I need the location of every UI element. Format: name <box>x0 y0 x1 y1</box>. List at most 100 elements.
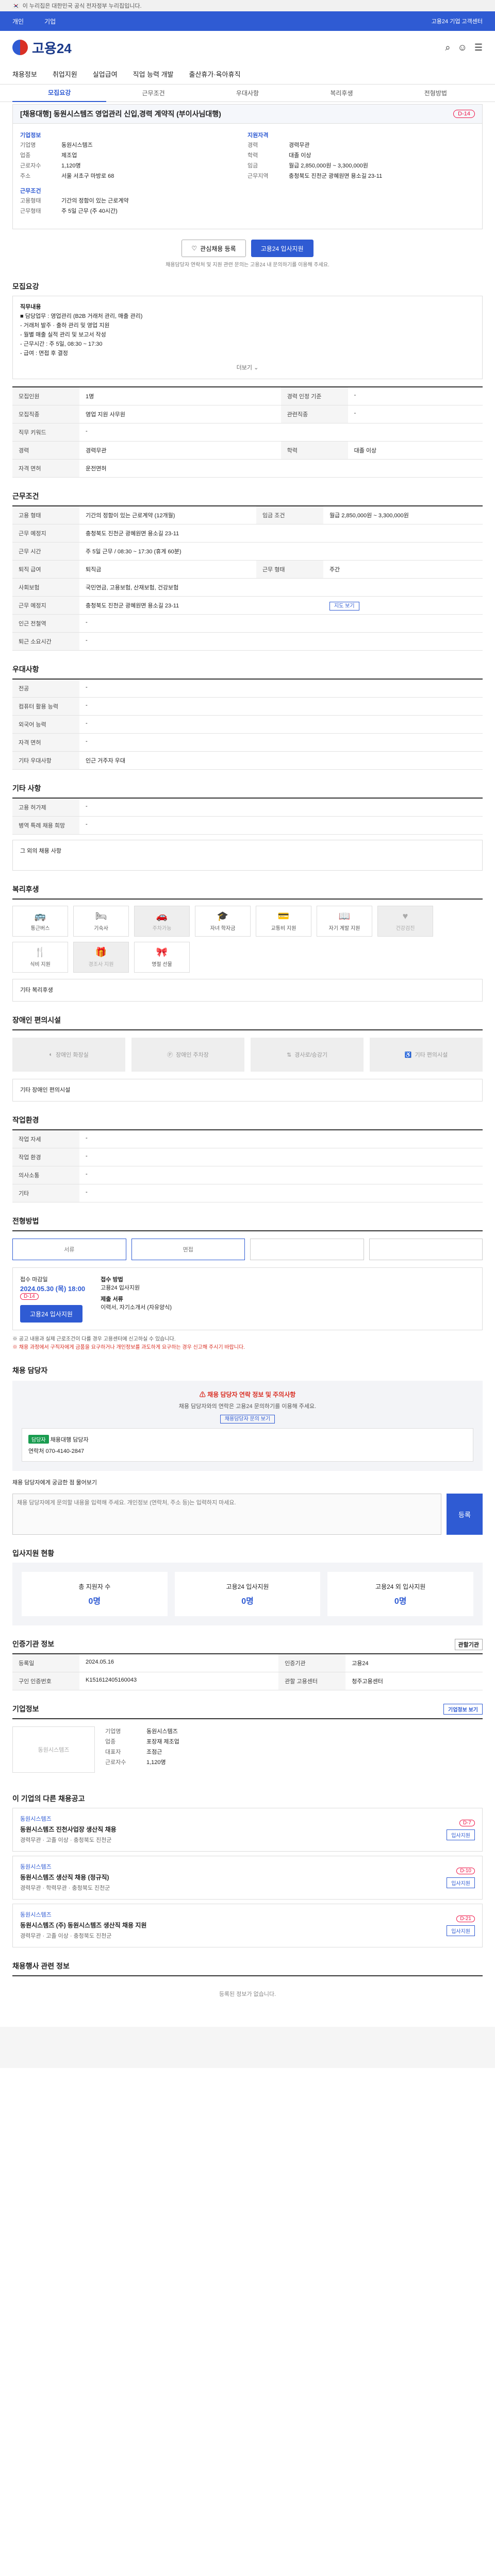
company-section: 기업정보 기업정보 보기 동원시스템즈 기업명 동원시스템즈 업종 포장재 제조업 … <box>12 1704 483 1780</box>
table-row: 전공 - <box>12 679 483 698</box>
stat-total: 총 지원자 수 0명 <box>22 1572 168 1616</box>
topnav-personal[interactable]: 개인 <box>12 17 24 26</box>
tab-prefer[interactable]: 우대사항 <box>201 89 294 97</box>
disabled-etc: ♿ 기타 편의시설 <box>370 1038 483 1072</box>
bed-icon: 🛏 <box>95 911 107 921</box>
user-icon[interactable]: ☺ <box>457 42 467 53</box>
scrap-button[interactable]: ♡ 관심채용 등록 <box>182 240 246 257</box>
site-logo[interactable]: 고용24 <box>12 38 72 57</box>
same-jobs-section: 이 기업의 다른 채용공고 동원시스템즈 동원시스템즈 진천사업장 생산직 채용 경… <box>12 1793 483 1947</box>
stat-online: 고용24 입사지원 0명 <box>174 1572 321 1616</box>
welfare-health: ♥ 건강검진 <box>377 906 433 937</box>
topnav-help[interactable]: 고용24 기업 고객센터 <box>432 17 483 25</box>
table-row: 경력 경력무관 학력 대졸 이상 <box>12 441 483 460</box>
menu-item-training[interactable]: 직업 능력 개발 <box>133 69 174 79</box>
company-name[interactable]: 동원시스템즈 <box>61 140 93 150</box>
worksite-table: 작업 자세 - 작업 환경 - 의사소통 - 기타 - <box>12 1129 483 1202</box>
disabled-ramp: ⇅ 경사로/승강기 <box>251 1038 364 1072</box>
disabled-toilet: ◐ 장애인 화장실 <box>12 1038 125 1072</box>
welfare-holiday: 🎀 명절 선물 <box>134 942 190 973</box>
menu-icon[interactable]: ☰ <box>474 42 483 53</box>
menu-item-benefit[interactable]: 실업급여 <box>93 69 118 79</box>
section-title: 모집요강 <box>12 282 39 291</box>
company-info-button[interactable]: 기업정보 보기 <box>443 1704 483 1715</box>
top-nav: 개인 기업 고용24 기업 고객센터 <box>0 11 495 31</box>
tab-recruit[interactable]: 모집요강 <box>12 84 107 102</box>
main-menu: 채용정보 취업지원 실업급여 직업 능력 개발 출산휴가·육아휴직 <box>0 64 495 84</box>
recruit-section: 모집요강 직무내용 ■ 담당업무 : 영업관리 (B2B 거래처 관리, 매출 … <box>12 281 483 478</box>
contact-section: 채용 담당자 ⚠ 채용 담당자 연락 정보 및 주의사항 채용 담당자와의 연락… <box>12 1365 483 1535</box>
table-row: 컴퓨터 활용 능력 - <box>12 697 483 716</box>
table-row: 등록일 2024.05.16 인증기관 고용24 <box>12 1654 483 1672</box>
agency-select[interactable]: 관할기관 <box>454 1639 483 1650</box>
welfare-parking: 🚗 주차가능 <box>134 906 190 937</box>
present-icon: 🎀 <box>156 947 168 957</box>
section-title: 근무조건 <box>12 492 39 500</box>
section-title: 복리후생 <box>12 885 39 893</box>
list-apply-button[interactable]: 입사지원 <box>447 1877 475 1888</box>
book-icon: 📖 <box>338 911 351 921</box>
map-button[interactable]: 지도 보기 <box>329 602 359 611</box>
stats-cards: 총 지원자 수 0명 고용24 입사지원 0명 고용24 외 입사지원 0명 <box>12 1563 483 1625</box>
list-item[interactable]: 동원시스템즈 동원시스템즈 진천사업장 생산직 채용 경력무관 · 고졸 이상 · … <box>12 1808 483 1852</box>
site-header: 고용24 ⌕ ☺ ☰ <box>0 31 495 64</box>
section-title: 기타 사항 <box>12 784 41 792</box>
flag-icon: 🇰🇷 <box>12 3 20 9</box>
section-title: 입사지원 현황 <box>12 1549 55 1557</box>
prefer-section: 우대사항 전공 - 컴퓨터 활용 능력 - 외국어 능력 - 자격 면허 - 기타 우대… <box>12 664 483 770</box>
menu-item-jobs[interactable]: 채용정보 <box>12 69 37 79</box>
section-title: 채용행사 관련 정보 <box>12 1962 70 1970</box>
welfare-meal: 🍴 식비 지원 <box>12 942 68 973</box>
inquiry-submit-button[interactable]: 등록 <box>447 1494 483 1535</box>
table-row: 자격 면허 - <box>12 733 483 752</box>
search-icon[interactable]: ⌕ <box>445 42 450 53</box>
inquiry-input[interactable] <box>12 1494 441 1535</box>
coin-icon: 💳 <box>277 911 290 921</box>
meal-icon: 🍴 <box>34 947 46 957</box>
table-row: 인근 전철역 - <box>12 614 483 633</box>
job-description: 직무내용 ■ 담당업무 : 영업관리 (B2B 거래처 관리, 매출 관리) -… <box>12 296 483 379</box>
table-row: 모집인원 1명 경력 인정 기준 - <box>12 387 483 405</box>
logo-mark-icon <box>12 40 28 55</box>
bus-icon: 🚌 <box>34 911 46 921</box>
table-row: 직무 키워드 - <box>12 423 483 442</box>
welfare-tuition: 🎓 자녀 학자금 <box>195 906 251 937</box>
list-apply-button[interactable]: 입사지원 <box>447 1925 475 1936</box>
table-row: 퇴근 소요시간 - <box>12 632 483 651</box>
step-4 <box>369 1239 483 1260</box>
section-tabs: 모집요강 근무조건 우대사항 복리후생 전형방법 <box>0 84 495 102</box>
gift-icon: 🎁 <box>95 947 107 957</box>
hiring-steps: 서류 면접 <box>12 1230 483 1267</box>
table-row: 고용 허가제 - <box>12 798 483 817</box>
d-day-badge: D-14 <box>20 1293 39 1300</box>
contact-box: ⚠ 채용 담당자 연락 정보 및 주의사항 채용 담당자와의 연락은 고용24 … <box>12 1381 483 1471</box>
menu-item-support[interactable]: 취업지원 <box>53 69 77 79</box>
section-title: 채용 담당자 <box>12 1366 48 1375</box>
table-row: 근무 예정지 충청북도 진천군 광혜원면 용소길 23-11 지도 보기 <box>12 596 483 615</box>
table-row: 작업 자세 - <box>12 1130 483 1148</box>
list-item[interactable]: 동원시스템즈 동원시스템즈 생산직 채용 (정규직) 경력무관 · 학력무관 · 충… <box>12 1856 483 1900</box>
tab-welfare[interactable]: 복리후생 <box>294 89 388 97</box>
menu-item-leave[interactable]: 출산휴가·육아휴직 <box>189 69 241 79</box>
list-item[interactable]: 동원시스템즈 동원시스템즈 (주) 동원시스템즈 생산직 채용 지원 경력무관 · … <box>12 1904 483 1947</box>
welfare-study: 📖 자기 계발 지원 <box>317 906 372 937</box>
job-title: [채용대행] 동원시스템즈 영업관리 신입,경력 계약직 (부이사님대행) <box>20 110 221 118</box>
heart-icon: ♡ <box>191 245 197 252</box>
section-title: 작업환경 <box>12 1116 39 1124</box>
hiring-period: 접수 마감일 2024.05.30 (목) 18:00 D-14 고용24 입사… <box>12 1267 483 1330</box>
section-title: 전형방법 <box>12 1217 39 1225</box>
apply-button-2[interactable]: 고용24 입사지원 <box>20 1305 82 1323</box>
disabled-other: 기타 장애인 편의시설 <box>12 1079 483 1101</box>
more-button[interactable]: 더보기 ⌄ <box>20 363 475 372</box>
list-apply-button[interactable]: 입사지원 <box>447 1829 475 1840</box>
apply-button[interactable]: 고용24 입사지원 <box>251 240 314 257</box>
tab-work[interactable]: 근무조건 <box>106 89 200 97</box>
tab-hiring[interactable]: 전형방법 <box>389 89 483 97</box>
gov-banner: 🇰🇷 이 누리집은 대한민국 공식 전자정부 누리집입니다. <box>0 0 495 11</box>
contact-view-button[interactable]: 채용담당자 문의 보기 <box>220 1415 275 1423</box>
cap-icon: 🎓 <box>217 911 229 921</box>
etc-table: 고용 허가제 - 병역 특례 채용 희망 - <box>12 798 483 835</box>
welfare-section: 복리후생 🚌 통근버스 🛏 기숙사 🚗 주차가능 🎓 자녀 학자금 💳 교통비 지원 📖 자… <box>12 884 483 1002</box>
topnav-company[interactable]: 기업 <box>44 17 56 26</box>
table-row: 자격 면허 운전면허 <box>12 459 483 478</box>
